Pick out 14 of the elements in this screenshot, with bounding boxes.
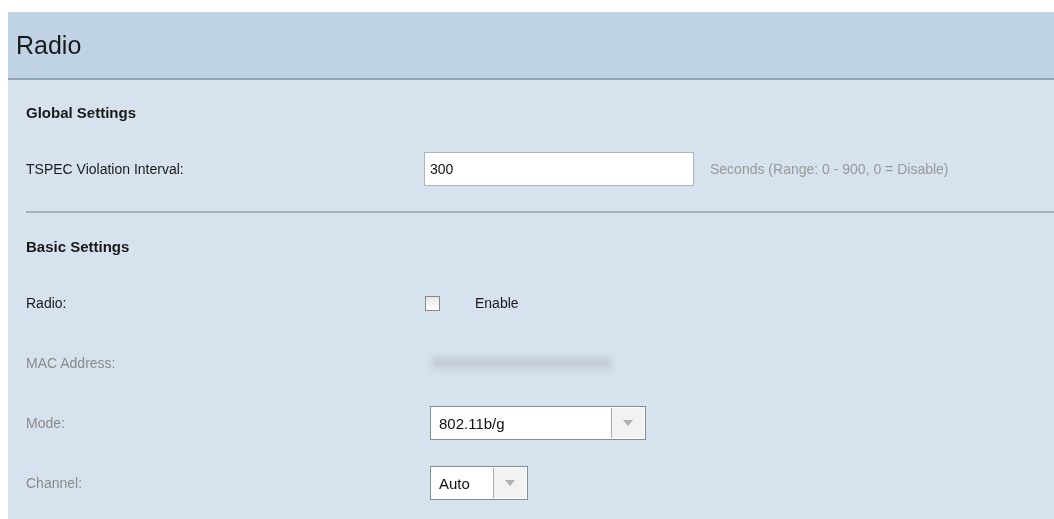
hint-text: Seconds (Range: 0 - 900, 0 = Disable) — [710, 161, 949, 177]
field-label: MAC Address: — [26, 355, 117, 371]
field-label: Channel: — [26, 475, 84, 491]
checkbox[interactable] — [425, 295, 440, 311]
page-title: Radio — [16, 30, 82, 60]
section-heading: Basic Settings — [26, 237, 131, 257]
field-label: Mode: — [26, 415, 66, 431]
caret-icon — [623, 420, 633, 426]
section-heading: Global Settings — [26, 103, 137, 123]
field-label: Radio: — [26, 295, 68, 311]
checkbox-label: Enable — [475, 295, 519, 311]
field-label: TSPEC Violation Interval: — [26, 161, 185, 177]
input-field[interactable]: 300 — [424, 152, 694, 186]
caret-icon — [505, 480, 515, 486]
